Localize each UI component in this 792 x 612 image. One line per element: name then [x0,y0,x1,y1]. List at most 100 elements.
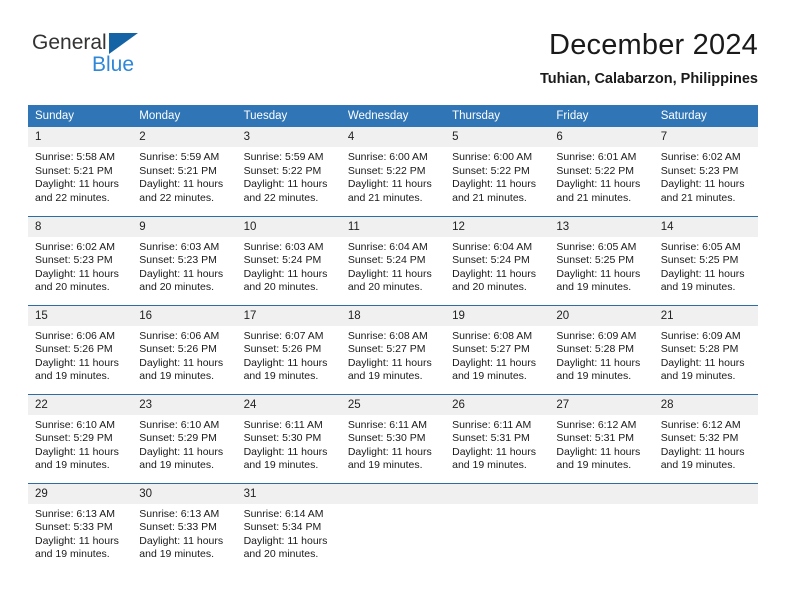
week-row: 8 Sunrise: 6:02 AM Sunset: 5:23 PM Dayli… [28,215,758,305]
day-cell[interactable]: 29 Sunrise: 6:13 AM Sunset: 5:33 PM Dayl… [28,482,133,572]
sunrise-text: Sunrise: 6:04 AM [347,240,428,253]
day-number: 14 [653,216,758,237]
sunrise-text: Sunrise: 6:09 AM [660,329,741,342]
day-details: Sunrise: 6:12 AM Sunset: 5:32 PM Dayligh… [654,415,758,473]
day-number: 25 [340,394,446,415]
day-cell[interactable]: 10 Sunrise: 6:03 AM Sunset: 5:24 PM Dayl… [236,215,341,305]
day-cell[interactable]: 22 Sunrise: 6:10 AM Sunset: 5:29 PM Dayl… [28,393,133,483]
day-cell[interactable]: 23 Sunrise: 6:10 AM Sunset: 5:29 PM Dayl… [132,393,237,483]
day-number: 27 [549,394,654,415]
daylight-text-line1: Daylight: 11 hours [35,534,119,547]
daylight-text-line1: Daylight: 11 hours [347,178,432,191]
day-number: 5 [445,127,550,147]
day-cell[interactable]: 18 Sunrise: 6:08 AM Sunset: 5:27 PM Dayl… [340,304,446,394]
day-cell[interactable]: 12 Sunrise: 6:04 AM Sunset: 5:24 PM Dayl… [445,215,550,305]
daylight-text-line2: and 19 minutes. [556,370,632,383]
sunset-text: Sunset: 5:25 PM [556,254,635,267]
day-number: 7 [653,127,758,147]
day-number: 2 [132,127,237,147]
day-number: 8 [28,216,133,237]
daylight-text-line1: Daylight: 11 hours [139,534,224,547]
day-details: Sunrise: 6:00 AM Sunset: 5:22 PM Dayligh… [341,147,445,205]
day-cell[interactable]: 14 Sunrise: 6:05 AM Sunset: 5:25 PM Dayl… [653,215,758,305]
day-details: Sunrise: 6:02 AM Sunset: 5:23 PM Dayligh… [28,237,132,295]
day-cell[interactable]: 9 Sunrise: 6:03 AM Sunset: 5:23 PM Dayli… [132,215,237,305]
daylight-text-line2: and 19 minutes. [35,459,110,472]
day-details: Sunrise: 6:01 AM Sunset: 5:22 PM Dayligh… [549,147,653,205]
daylight-text-line2: and 20 minutes. [243,548,319,561]
sunrise-text: Sunrise: 6:08 AM [452,329,533,342]
day-details: Sunrise: 6:13 AM Sunset: 5:33 PM Dayligh… [28,504,132,562]
week-row: 22 Sunrise: 6:10 AM Sunset: 5:29 PM Dayl… [28,393,758,483]
general-blue-logo[interactable]: General Blue [32,32,212,90]
day-details: Sunrise: 6:10 AM Sunset: 5:29 PM Dayligh… [28,415,132,473]
sunrise-text: Sunrise: 6:09 AM [556,329,637,342]
day-number [549,483,654,504]
daylight-text-line1: Daylight: 11 hours [347,356,432,369]
day-cell[interactable]: 21 Sunrise: 6:09 AM Sunset: 5:28 PM Dayl… [653,304,758,394]
day-details: Sunrise: 6:08 AM Sunset: 5:27 PM Dayligh… [341,326,445,384]
day-cell[interactable]: 11 Sunrise: 6:04 AM Sunset: 5:24 PM Dayl… [340,215,446,305]
daylight-text-line1: Daylight: 11 hours [243,267,328,280]
day-cell[interactable]: 15 Sunrise: 6:06 AM Sunset: 5:26 PM Dayl… [28,304,133,394]
day-number: 9 [132,216,237,237]
daylight-text-line2: and 19 minutes. [139,370,214,383]
calendar-table: Sunday Monday Tuesday Wednesday Thursday… [28,105,758,572]
sunrise-text: Sunrise: 6:05 AM [660,240,741,253]
day-cell[interactable]: 26 Sunrise: 6:11 AM Sunset: 5:31 PM Dayl… [445,393,550,483]
daylight-text-line2: and 19 minutes. [556,459,632,472]
day-cell[interactable]: 7 Sunrise: 6:02 AM Sunset: 5:23 PM Dayli… [653,127,758,216]
sunset-text: Sunset: 5:26 PM [35,343,113,356]
day-cell[interactable]: 17 Sunrise: 6:07 AM Sunset: 5:26 PM Dayl… [236,304,341,394]
sunrise-text: Sunrise: 6:12 AM [556,418,637,431]
daylight-text-line2: and 20 minutes. [347,281,423,294]
sunset-text: Sunset: 5:22 PM [556,164,635,177]
weekday-header-saturday: Saturday [653,105,758,127]
daylight-text-line1: Daylight: 11 hours [660,356,745,369]
day-cell[interactable]: 31 Sunrise: 6:14 AM Sunset: 5:34 PM Dayl… [236,482,341,572]
daylight-text-line2: and 19 minutes. [452,370,527,383]
day-number: 21 [653,305,758,326]
sunrise-text: Sunrise: 5:58 AM [35,151,115,163]
sunset-text: Sunset: 5:26 PM [139,343,217,356]
sunset-text: Sunset: 5:27 PM [347,343,426,356]
day-cell[interactable]: 19 Sunrise: 6:08 AM Sunset: 5:27 PM Dayl… [445,304,550,394]
sunset-text: Sunset: 5:21 PM [139,164,217,177]
daylight-text-line1: Daylight: 11 hours [452,356,536,369]
day-cell[interactable]: 13 Sunrise: 6:05 AM Sunset: 5:25 PM Dayl… [549,215,654,305]
daylight-text-line2: and 19 minutes. [139,459,214,472]
daylight-text-line2: and 19 minutes. [347,459,423,472]
day-cell[interactable]: 20 Sunrise: 6:09 AM Sunset: 5:28 PM Dayl… [549,304,654,394]
sunrise-text: Sunrise: 6:08 AM [347,329,428,342]
sunset-text: Sunset: 5:24 PM [347,254,426,267]
daylight-text-line1: Daylight: 11 hours [139,267,224,280]
day-cell[interactable]: 5 Sunrise: 6:00 AM Sunset: 5:22 PM Dayli… [445,127,550,216]
day-cell[interactable]: 1 Sunrise: 5:58 AM Sunset: 5:21 PM Dayli… [28,127,133,216]
day-cell[interactable]: 24 Sunrise: 6:11 AM Sunset: 5:30 PM Dayl… [236,393,341,483]
day-details: Sunrise: 6:05 AM Sunset: 5:25 PM Dayligh… [549,237,653,295]
day-cell[interactable]: 8 Sunrise: 6:02 AM Sunset: 5:23 PM Dayli… [28,215,133,305]
day-details: Sunrise: 6:11 AM Sunset: 5:30 PM Dayligh… [237,415,341,473]
day-cell[interactable]: 28 Sunrise: 6:12 AM Sunset: 5:32 PM Dayl… [653,393,758,483]
day-cell[interactable]: 16 Sunrise: 6:06 AM Sunset: 5:26 PM Dayl… [132,304,237,394]
day-cell-empty [445,482,550,572]
sunset-text: Sunset: 5:28 PM [556,343,635,356]
calendar-page: General Blue December 2024 Tuhian, Calab… [0,0,792,612]
daylight-text-line2: and 19 minutes. [35,548,110,561]
day-cell[interactable]: 30 Sunrise: 6:13 AM Sunset: 5:33 PM Dayl… [132,482,237,572]
sunset-text: Sunset: 5:33 PM [35,521,113,534]
day-cell[interactable]: 4 Sunrise: 6:00 AM Sunset: 5:22 PM Dayli… [340,127,446,216]
day-cell[interactable]: 25 Sunrise: 6:11 AM Sunset: 5:30 PM Dayl… [340,393,446,483]
sunrise-text: Sunrise: 6:04 AM [452,240,533,253]
day-cell[interactable]: 3 Sunrise: 5:59 AM Sunset: 5:22 PM Dayli… [236,127,341,216]
day-cell[interactable]: 2 Sunrise: 5:59 AM Sunset: 5:21 PM Dayli… [132,127,237,216]
daylight-text-line2: and 19 minutes. [35,370,110,383]
location-subtitle: Tuhian, Calabarzon, Philippines [539,71,758,87]
daylight-text-line1: Daylight: 11 hours [243,445,328,458]
day-number: 30 [132,483,237,504]
daylight-text-line1: Daylight: 11 hours [556,445,641,458]
sunset-text: Sunset: 5:23 PM [35,254,113,267]
day-cell[interactable]: 6 Sunrise: 6:01 AM Sunset: 5:22 PM Dayli… [549,127,654,216]
daylight-text-line1: Daylight: 11 hours [660,178,745,191]
day-cell[interactable]: 27 Sunrise: 6:12 AM Sunset: 5:31 PM Dayl… [549,393,654,483]
